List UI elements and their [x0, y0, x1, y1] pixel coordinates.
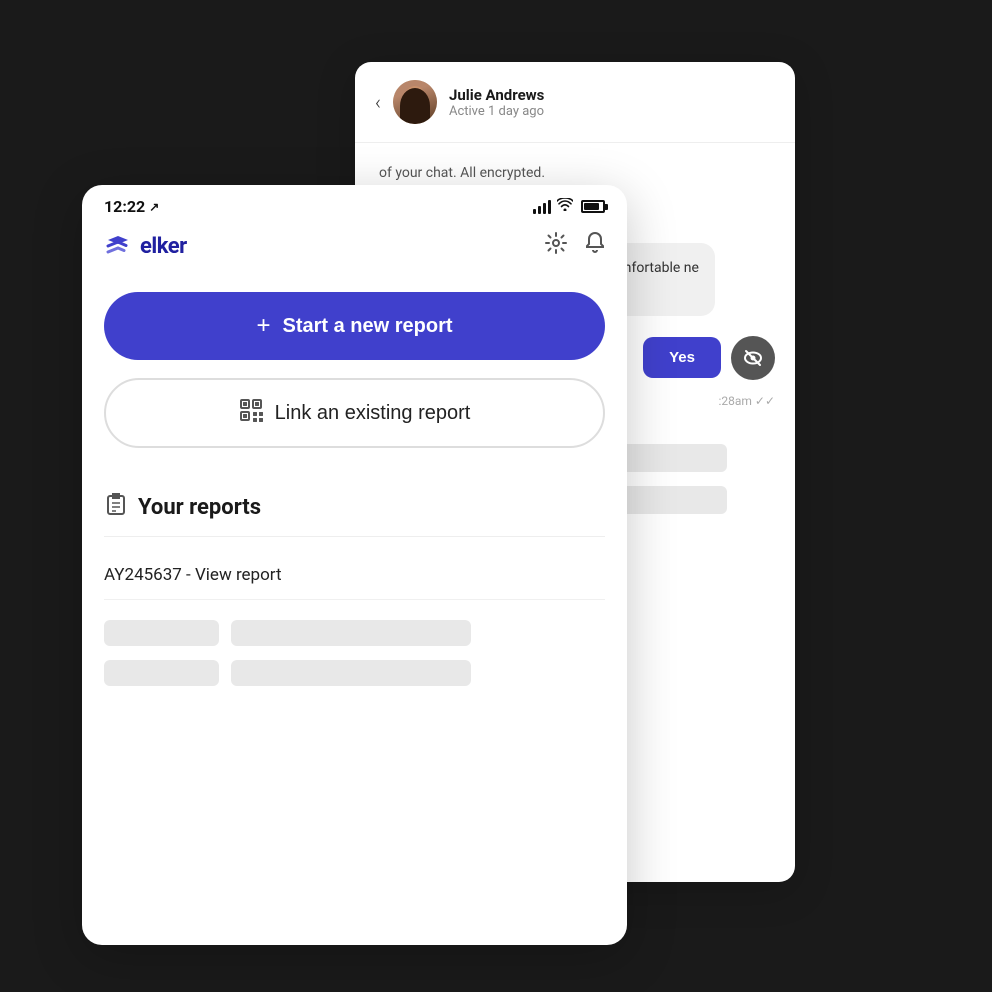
placeholder-row-2 [104, 660, 605, 686]
elker-logo-text: elker [140, 234, 187, 259]
reports-title: Your reports [138, 495, 261, 520]
placeholder-block [104, 660, 219, 686]
reports-divider [104, 536, 605, 537]
link-existing-report-label: Link an existing report [275, 402, 471, 425]
avatar [393, 80, 437, 124]
yes-button[interactable]: Yes [643, 337, 721, 378]
plus-icon: + [256, 312, 270, 340]
placeholder-row-1 [104, 620, 605, 646]
app-card: 12:22 ↗ [82, 185, 627, 945]
signal-icon [533, 200, 551, 214]
battery-icon [581, 200, 605, 213]
placeholder-block [104, 620, 219, 646]
link-existing-report-button[interactable]: Link an existing report [104, 378, 605, 448]
chat-user-name: Julie Andrews [449, 86, 775, 104]
status-icons [533, 198, 605, 215]
bell-icon[interactable] [585, 232, 605, 260]
location-icon: ↗ [149, 200, 159, 214]
app-header: elker [82, 224, 627, 276]
start-new-report-button[interactable]: + Start a new report [104, 292, 605, 360]
reports-clipboard-icon [104, 492, 128, 522]
settings-icon[interactable] [545, 232, 567, 260]
report-item[interactable]: AY245637 - View report [104, 551, 605, 600]
back-button[interactable]: ‹ [375, 90, 381, 114]
chat-info-text: of your chat. All encrypted. [375, 163, 775, 184]
hide-button[interactable] [731, 336, 775, 380]
reports-placeholder [82, 600, 627, 706]
elker-logo: elker [104, 232, 187, 260]
status-time: 12:22 ↗ [104, 197, 159, 216]
qr-icon [239, 398, 263, 428]
reports-header: Your reports [104, 492, 605, 522]
chat-header: ‹ Julie Andrews Active 1 day ago [355, 62, 795, 143]
placeholder-block [231, 660, 471, 686]
wifi-icon [557, 198, 573, 215]
app-main: + Start a new report Link an existi [82, 276, 627, 492]
chat-user-status: Active 1 day ago [449, 104, 775, 119]
chat-user-info: Julie Andrews Active 1 day ago [449, 86, 775, 119]
start-new-report-label: Start a new report [282, 315, 452, 338]
elker-logo-icon [104, 232, 132, 260]
reports-section: Your reports AY245637 - View report [82, 492, 627, 600]
status-bar: 12:22 ↗ [82, 185, 627, 224]
header-icons [545, 232, 605, 260]
placeholder-block [231, 620, 471, 646]
